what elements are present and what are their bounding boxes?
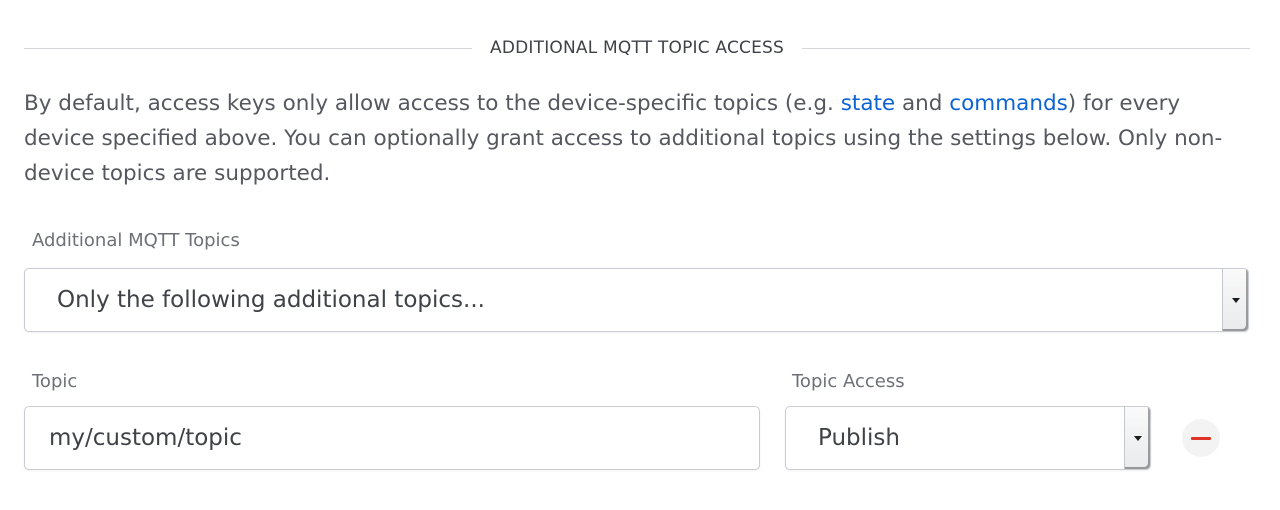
minus-icon [1191,436,1211,440]
section-description: By default, access keys only allow acces… [24,86,1244,191]
topic-label: Topic [32,371,78,392]
topic-input[interactable] [24,406,760,470]
description-text-1: By default, access keys only allow acces… [24,91,841,116]
state-link[interactable]: state [841,91,895,116]
dropdown-arrow-icon[interactable] [1124,407,1150,469]
commands-link[interactable]: commands [949,91,1068,116]
remove-topic-button[interactable] [1182,419,1220,457]
section-divider-left [24,47,472,49]
additional-topics-label: Additional MQTT Topics [32,230,240,251]
section-divider-right [802,47,1251,49]
description-text-2: and [895,91,950,116]
topic-access-label: Topic Access [792,371,905,392]
section-header: ADDITIONAL MQTT TOPIC ACCESS [24,30,1251,66]
additional-topics-selected-value: Only the following additional topics... [57,287,485,313]
section-title: ADDITIONAL MQTT TOPIC ACCESS [489,38,785,58]
topic-access-selected-value: Publish [818,425,900,451]
topic-access-select[interactable]: Publish [785,406,1151,470]
additional-topics-select[interactable]: Only the following additional topics... [24,268,1249,332]
dropdown-arrow-icon[interactable] [1222,269,1248,331]
